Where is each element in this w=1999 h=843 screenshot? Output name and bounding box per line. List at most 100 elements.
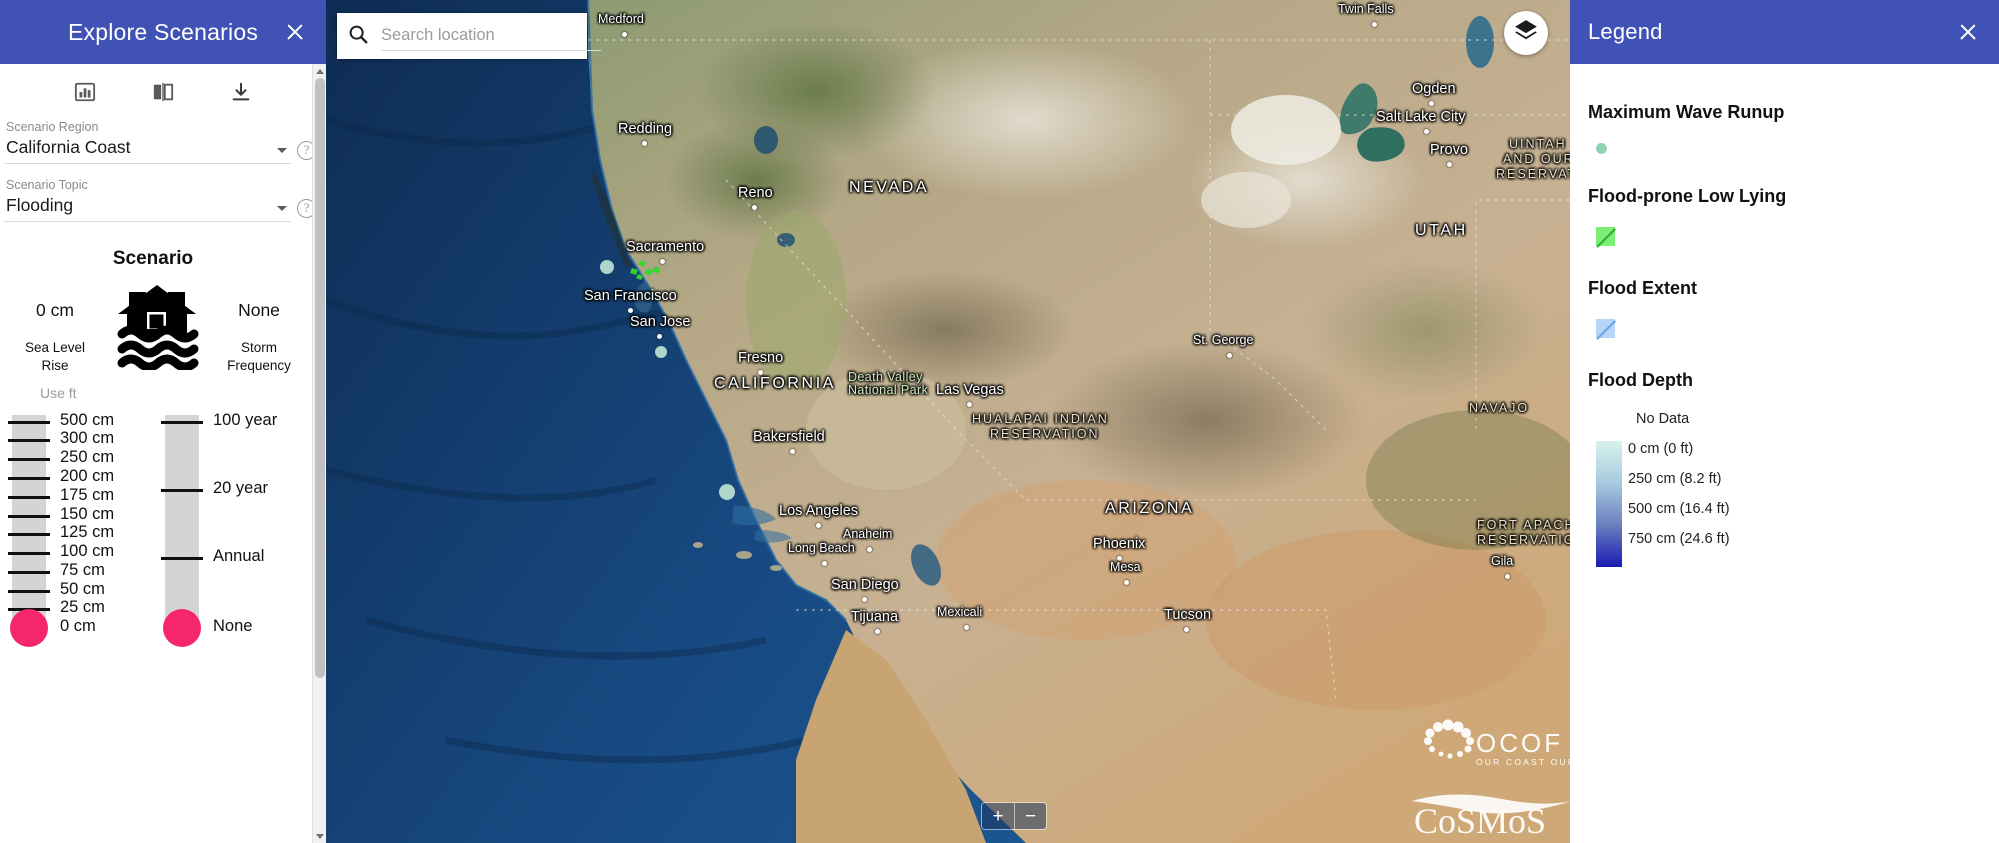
city-dot: [641, 141, 647, 146]
slider-tick[interactable]: [8, 438, 50, 442]
search-input[interactable]: [381, 21, 601, 51]
slider-tick[interactable]: [8, 495, 50, 499]
search-location-box[interactable]: [337, 13, 601, 59]
scenario-region-label: Scenario Region: [6, 120, 99, 134]
storm-slider-track[interactable]: [165, 414, 199, 633]
slider-tick[interactable]: [161, 488, 203, 492]
legend-group-flood-extent: Flood Extent: [1588, 278, 1999, 340]
city-dot: [621, 32, 627, 37]
slider-tick-label[interactable]: 20 year: [213, 479, 268, 498]
slider-tick-label[interactable]: 150 cm: [60, 505, 114, 524]
city-dot: [1116, 556, 1122, 561]
slider-tick-label[interactable]: 75 cm: [60, 561, 105, 580]
slider-tick-label[interactable]: 250 cm: [60, 448, 114, 467]
chart-icon[interactable]: [73, 80, 97, 104]
slider-tick[interactable]: [161, 420, 203, 424]
slider-tick-label[interactable]: 100 cm: [60, 542, 114, 561]
layers-icon: [1513, 18, 1539, 49]
slider-tick[interactable]: [8, 570, 50, 574]
slider-tick[interactable]: [8, 551, 50, 555]
zoom-out-button[interactable]: −: [1014, 803, 1046, 829]
slider-tick[interactable]: [8, 476, 50, 480]
legend-title: Legend: [1588, 19, 1663, 44]
close-explore-scenarios-button[interactable]: [280, 17, 310, 47]
scenario-topic-select[interactable]: Flooding: [4, 194, 291, 222]
slider-tick-label[interactable]: 0 cm: [60, 617, 96, 636]
slr-caption-line2: Rise: [41, 357, 69, 373]
legend-group-title: Flood-prone Low Lying: [1588, 186, 1787, 206]
chevron-down-icon: [277, 206, 287, 211]
scroll-up-icon[interactable]: [313, 64, 326, 78]
flood-depth-no-data-label: No Data: [1636, 411, 1690, 427]
slider-tick[interactable]: [8, 514, 50, 518]
close-legend-button[interactable]: [1953, 17, 1983, 47]
slider-tick-label[interactable]: 25 cm: [60, 598, 105, 617]
city-dot: [1227, 353, 1232, 358]
city-dot: [861, 597, 867, 602]
close-icon: [285, 22, 305, 42]
legend-group-flood-depth: Flood Depth No Data 0 cm (0 ft) 250 cm (8.2…: [1588, 370, 1999, 567]
close-icon: [1958, 22, 1978, 42]
layers-button[interactable]: [1504, 11, 1548, 55]
scenario-topic-label: Scenario Topic: [6, 178, 88, 192]
map-view[interactable]: Medford Redding Twin Falls Ogden Salt Lake C…: [326, 0, 1570, 843]
scenario-region-value: California Coast: [6, 137, 131, 157]
slider-thumb[interactable]: [163, 608, 201, 647]
scenario-topic-field: Scenario Topic Flooding ?: [0, 164, 326, 222]
scrollbar-thumb[interactable]: [315, 78, 325, 678]
slider-tick-label[interactable]: 300 cm: [60, 429, 114, 448]
city-dot: [1504, 574, 1510, 579]
legend-swatch-box: [1596, 227, 1616, 248]
slider-tick-label[interactable]: 200 cm: [60, 467, 114, 486]
svg-text:OCOF: OCOF: [1476, 728, 1563, 758]
scenario-region-select[interactable]: California Coast: [4, 136, 291, 164]
slider-tick-label[interactable]: None: [213, 617, 252, 636]
city-dot: [1423, 129, 1429, 134]
legend-group-title: Flood Depth: [1588, 370, 1693, 390]
legend-header: Legend: [1570, 0, 1999, 64]
storm-current-value: None: [238, 300, 280, 320]
slider-tick-label[interactable]: 100 year: [213, 411, 277, 430]
download-icon[interactable]: [229, 80, 253, 104]
zoom-controls[interactable]: + −: [981, 802, 1047, 830]
slider-tick[interactable]: [8, 420, 50, 424]
slider-tick[interactable]: [8, 589, 50, 593]
search-icon: [347, 23, 369, 50]
slider-tick-label[interactable]: 125 cm: [60, 523, 114, 542]
city-dot: [1429, 101, 1434, 106]
scenario-topic-value: Flooding: [6, 195, 74, 215]
chevron-down-icon: [277, 148, 287, 153]
slr-slider-track[interactable]: [12, 414, 46, 633]
svg-text:CoSMoS: CoSMoS: [1414, 801, 1546, 839]
left-panel-scrollbar[interactable]: [312, 64, 326, 843]
legend-swatch-dot: [1596, 143, 1607, 154]
slider-tick[interactable]: [8, 532, 50, 536]
panel-toolbar: [0, 64, 326, 114]
zoom-in-button[interactable]: +: [982, 803, 1014, 829]
city-dot: [866, 547, 872, 552]
slider-tick-label[interactable]: 500 cm: [60, 411, 114, 430]
city-dot: [822, 561, 827, 566]
flood-depth-stop-label: 750 cm (24.6 ft): [1628, 531, 1730, 547]
flood-depth-color-ramp: [1596, 441, 1622, 567]
flood-depth-stop-label: 0 cm (0 ft): [1628, 441, 1694, 457]
flood-depth-ramp: No Data 0 cm (0 ft) 250 cm (8.2 ft) 500 cm …: [1588, 411, 1999, 567]
slider-tick[interactable]: [161, 556, 203, 560]
city-dot: [1447, 162, 1452, 167]
slider-tick[interactable]: [8, 457, 50, 461]
units-toggle[interactable]: Use ft: [0, 375, 326, 401]
slider-tick-label[interactable]: Annual: [213, 547, 264, 566]
svg-text:OUR COAST OUR FUTURE: OUR COAST OUR FUTURE: [1476, 757, 1570, 767]
slider-tick-label[interactable]: 175 cm: [60, 486, 114, 505]
compare-icon[interactable]: [151, 80, 175, 104]
slider-thumb[interactable]: [10, 608, 48, 647]
storm-caption: Storm Frequency: [208, 339, 310, 375]
ocof-logo: OCOF OUR COAST OUR FUTURE: [1414, 719, 1570, 769]
map-basemap[interactable]: [326, 0, 1570, 843]
scenario-region-field: Scenario Region California Coast ?: [0, 114, 326, 164]
legend-swatch-hatch: [1596, 227, 1616, 248]
scroll-down-icon[interactable]: [313, 829, 326, 843]
storm-caption-line2: Frequency: [227, 357, 291, 373]
slider-tick-label[interactable]: 50 cm: [60, 580, 105, 599]
storm-summary: None Storm Frequency: [208, 278, 310, 375]
